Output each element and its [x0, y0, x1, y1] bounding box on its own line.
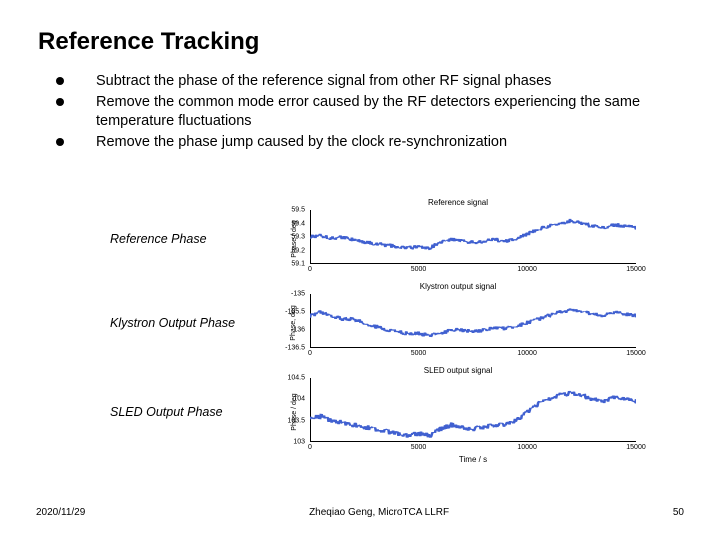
- slide-title: Reference Tracking: [0, 0, 720, 56]
- xtick: 15000: [626, 444, 645, 451]
- yticks: -135 -135.5 -136 -136.5: [280, 294, 308, 348]
- xtick: 0: [308, 444, 312, 451]
- chart-label: SLED Output Phase: [110, 405, 280, 419]
- bullet-dot-icon: [56, 98, 64, 106]
- footer-author: Zheqiao Geng, MicroTCA LLRF: [309, 507, 449, 518]
- chart-label: Klystron Output Phase: [110, 316, 280, 330]
- ytick: -135: [291, 291, 305, 298]
- bullet-text: Remove the common mode error caused by t…: [96, 93, 676, 131]
- xtick: 10000: [517, 350, 536, 357]
- ytick: 59.1: [291, 261, 305, 268]
- bullet-list: Subtract the phase of the reference sign…: [56, 72, 676, 151]
- ytick: 59.5: [291, 207, 305, 214]
- plot-sled: SLED output signal Phase / deg 104.5 104…: [280, 368, 650, 456]
- slide-footer: 2020/11/29 Zheqiao Geng, MicroTCA LLRF 5…: [36, 507, 684, 518]
- xtick: 15000: [626, 350, 645, 357]
- bullet-dot-icon: [56, 138, 64, 146]
- xtick: 5000: [411, 266, 427, 273]
- ytick: 59.3: [291, 234, 305, 241]
- ytick: 103.5: [287, 417, 305, 424]
- charts-region: Reference Phase Reference signal Phase /…: [110, 200, 690, 462]
- ytick: -136.5: [285, 345, 305, 352]
- xtick: 5000: [411, 350, 427, 357]
- bullet-item: Remove the phase jump caused by the cloc…: [56, 133, 676, 152]
- ytick: 104: [293, 396, 305, 403]
- bullet-item: Remove the common mode error caused by t…: [56, 93, 676, 131]
- ytick: 59.2: [291, 247, 305, 254]
- plot-line: [310, 378, 636, 442]
- yticks: 59.5 59.4 59.3 59.2 59.1: [280, 210, 308, 264]
- plot-line: [310, 294, 636, 348]
- plot-reference: Reference signal Phase / deg 59.5 59.4 5…: [280, 200, 650, 278]
- chart-label: Reference Phase: [110, 232, 280, 246]
- xticks: 0 5000 10000 15000: [310, 266, 636, 276]
- ytick: 103: [293, 439, 305, 446]
- bullet-item: Subtract the phase of the reference sign…: [56, 72, 676, 91]
- plot-title: Reference signal: [280, 198, 636, 207]
- xtick: 0: [308, 350, 312, 357]
- chart-row-klystron: Klystron Output Phase Klystron output si…: [110, 284, 690, 362]
- plot-klystron: Klystron output signal Phase, deg -135 -…: [280, 284, 650, 362]
- footer-date: 2020/11/29: [36, 507, 85, 518]
- ytick: -136: [291, 326, 305, 333]
- bullet-text: Subtract the phase of the reference sign…: [96, 72, 676, 91]
- xticks: 0 5000 10000 15000: [310, 444, 636, 454]
- chart-row-sled: SLED Output Phase SLED output signal Pha…: [110, 368, 690, 456]
- xtick: 10000: [517, 266, 536, 273]
- ytick: -135.5: [285, 308, 305, 315]
- xtick: 10000: [517, 444, 536, 451]
- plot-title: SLED output signal: [280, 366, 636, 375]
- bullet-dot-icon: [56, 77, 64, 85]
- xtick: 5000: [411, 444, 427, 451]
- ytick: 59.4: [291, 220, 305, 227]
- ytick: 104.5: [287, 375, 305, 382]
- chart-row-reference: Reference Phase Reference signal Phase /…: [110, 200, 690, 278]
- xaxis-label: Time / s: [310, 455, 636, 464]
- footer-page: 50: [673, 507, 684, 518]
- xtick: 0: [308, 266, 312, 273]
- plot-line: [310, 210, 636, 264]
- bullet-text: Remove the phase jump caused by the cloc…: [96, 133, 676, 152]
- xticks: 0 5000 10000 15000: [310, 350, 636, 360]
- yticks: 104.5 104 103.5 103: [280, 378, 308, 442]
- plot-title: Klystron output signal: [280, 282, 636, 291]
- xtick: 15000: [626, 266, 645, 273]
